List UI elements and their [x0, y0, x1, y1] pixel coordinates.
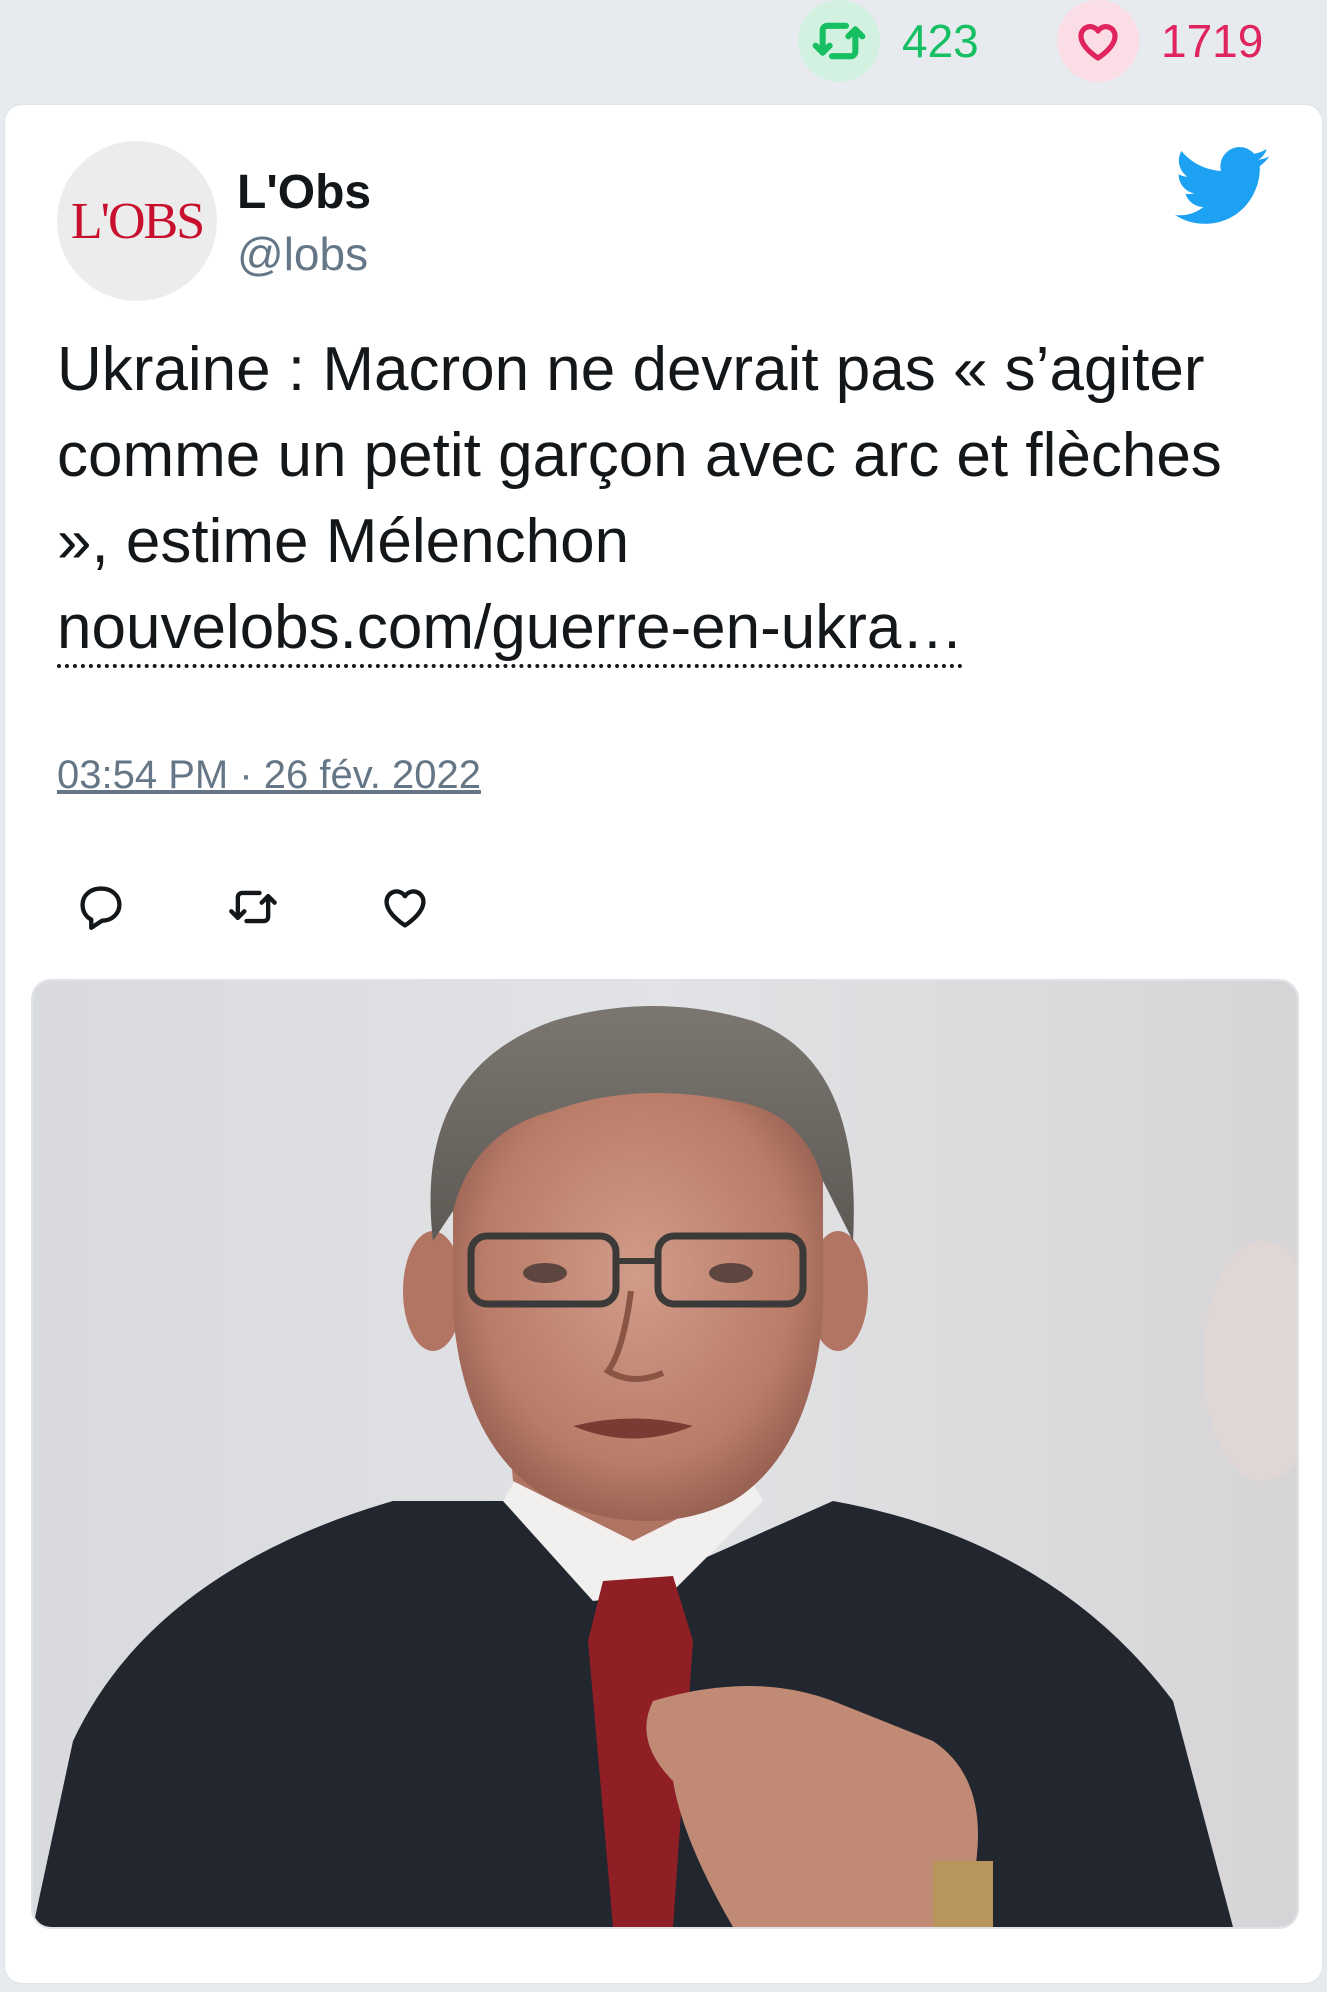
retweet-icon-circle[interactable]	[798, 0, 880, 82]
tweet-link[interactable]: nouvelobs.com/guerre-en-ukra…	[57, 592, 964, 668]
tweet-actions	[75, 877, 531, 937]
twitter-bird-icon[interactable]	[1175, 147, 1271, 227]
tweet-photo[interactable]	[31, 979, 1299, 1929]
like-count-group[interactable]: 1719	[1057, 0, 1263, 82]
retweet-action-icon[interactable]	[227, 881, 279, 933]
like-count: 1719	[1161, 15, 1264, 67]
heart-icon	[1078, 24, 1118, 61]
heart-icon-circle[interactable]	[1057, 0, 1139, 82]
retweet-count-group[interactable]: 423	[798, 0, 979, 82]
reply-icon[interactable]	[75, 881, 127, 933]
portrait-illustration	[33, 981, 1297, 1927]
author-handle[interactable]: @lobs	[237, 227, 368, 281]
like-action-icon[interactable]	[379, 881, 431, 933]
avatar-logo-text: L'OBS	[70, 192, 205, 250]
retweet-count: 423	[902, 15, 979, 67]
author-name[interactable]: L'Obs	[237, 165, 371, 220]
engagement-bar: 423 1719	[0, 0, 1327, 100]
tweet-body: Ukraine : Macron ne devrait pas « s’agit…	[57, 327, 1277, 671]
retweet-icon	[812, 22, 866, 60]
tweet-timestamp[interactable]: 03:54 PM · 26 fév. 2022	[57, 753, 481, 798]
avatar[interactable]: L'OBS	[57, 141, 217, 301]
tweet-card: L'OBS L'Obs @lobs Ukraine : Macron ne de…	[4, 104, 1323, 1984]
tweet-text: Ukraine : Macron ne devrait pas « s’agit…	[57, 335, 1222, 576]
